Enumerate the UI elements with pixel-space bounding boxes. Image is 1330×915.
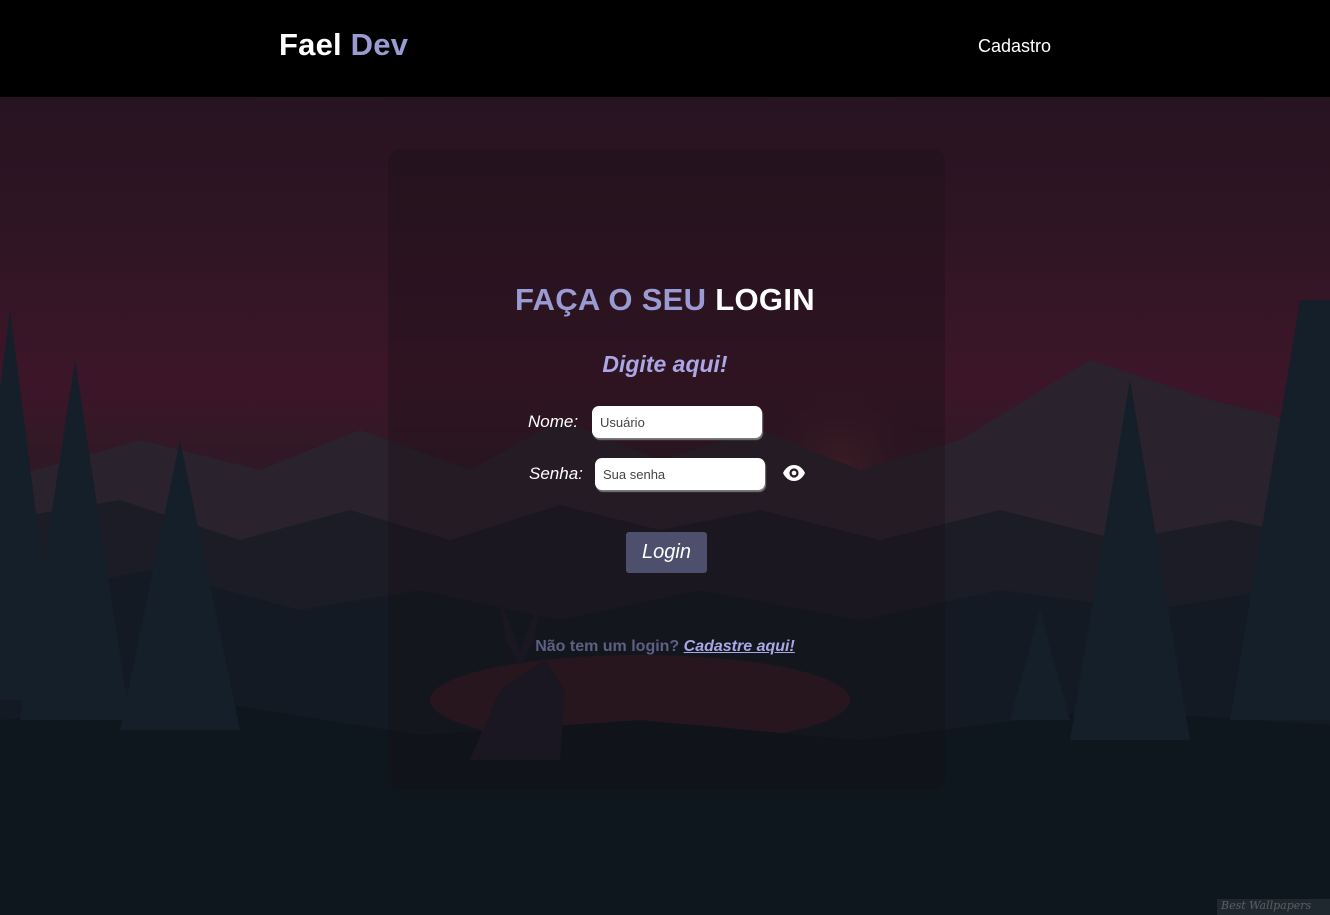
name-input[interactable]: [592, 406, 762, 438]
wallpaper-watermark: Best Wallpapers: [1217, 899, 1330, 915]
login-title-part1: FAÇA O SEU: [515, 282, 707, 317]
login-title: FAÇA O SEU LOGIN: [0, 282, 1330, 318]
login-button[interactable]: Login: [626, 532, 707, 573]
eye-icon[interactable]: [782, 464, 806, 482]
signup-link[interactable]: Cadastre aqui!: [684, 638, 795, 655]
brand-logo[interactable]: Fael Dev: [279, 27, 408, 63]
login-subtitle: Digite aqui!: [602, 351, 728, 377]
password-label: Senha:: [529, 464, 583, 483]
signup-prompt-text: Não tem um login?: [535, 638, 680, 655]
login-title-part2: LOGIN: [715, 282, 815, 317]
signup-prompt: Não tem um login? Cadastre aqui!: [0, 638, 1330, 656]
brand-second: Dev: [350, 27, 409, 62]
password-input[interactable]: [595, 458, 765, 490]
name-label: Nome:: [528, 412, 579, 431]
top-navbar: Fael Dev Cadastro: [0, 0, 1330, 97]
brand-first: Fael: [279, 27, 342, 62]
nav-link-cadastro[interactable]: Cadastro: [978, 36, 1051, 57]
